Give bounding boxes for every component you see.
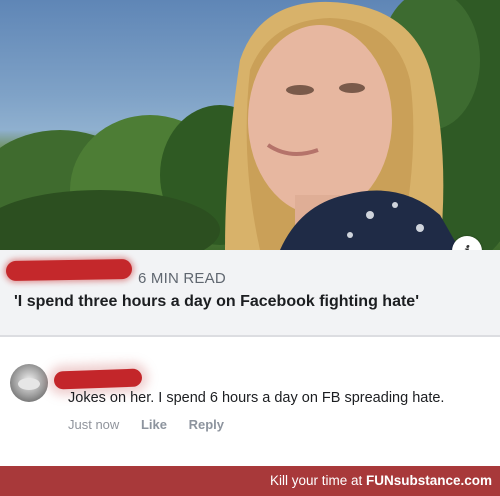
watermark-brand: FUNsubstance.com xyxy=(365,473,492,488)
watermark-prefix: Kill your time at xyxy=(269,473,366,488)
photo-illustration xyxy=(0,0,500,250)
watermark-text: Kill your time at FUNsubstance.com xyxy=(270,473,492,488)
redacted-source xyxy=(5,258,133,282)
redacted-commenter-name xyxy=(53,368,143,390)
comment-text: Jokes on her. I spend 6 hours a day on F… xyxy=(68,390,445,406)
article-photo[interactable] xyxy=(0,0,500,250)
article-headline[interactable]: 'I spend three hours a day on Facebook f… xyxy=(14,292,454,312)
comment-actions: Just now Like Reply xyxy=(68,417,242,432)
avatar[interactable] xyxy=(10,364,48,402)
watermark-bar: Kill your time at FUNsubstance.com xyxy=(0,466,500,496)
reply-button[interactable]: Reply xyxy=(189,417,224,432)
spacer xyxy=(0,449,500,466)
comment-timestamp: Just now xyxy=(68,417,120,432)
read-time: 6 MIN READ xyxy=(138,270,226,287)
like-button[interactable]: Like xyxy=(141,417,167,432)
